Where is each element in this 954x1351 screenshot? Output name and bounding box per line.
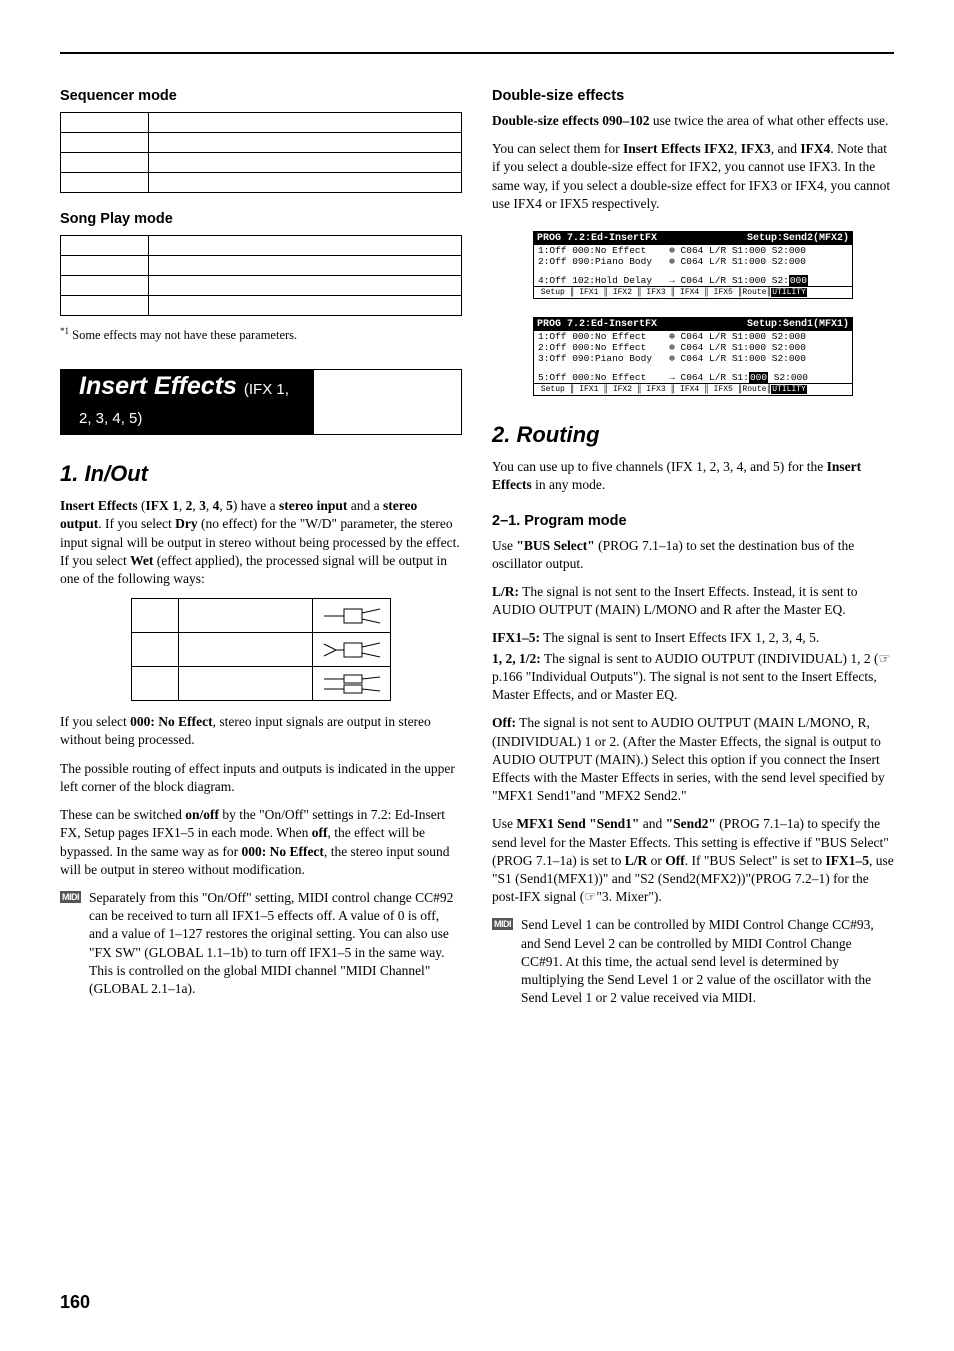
paragraph-ifx15: IFX1–5: The signal is sent to Insert Eff… (492, 629, 894, 647)
lcd-row: 3:Off 090:Piano Body ⊕ C064 L/R S1:000 S… (534, 353, 852, 364)
paragraph-double-size-2: You can select them for Insert Effects I… (492, 140, 894, 213)
paragraph-double-size-1: Double-size effects 090–102 use twice th… (492, 112, 894, 130)
diagram-cell (313, 633, 391, 667)
lcd-row: 1:Off 000:No Effect ⊕ C064 L/R S1:000 S2… (534, 331, 852, 342)
lcd-screenshot-2: PROG 7.2:Ed-InsertFX Setup:Send1(MFX1) 1… (533, 317, 853, 396)
page: Sequencer mode Song Play mode *1 Some ef… (0, 0, 954, 1351)
wet-routing-diagram (131, 598, 391, 701)
table-row (61, 276, 462, 296)
heading-in-out: 1. In/Out (60, 461, 462, 487)
song-play-mode-table (60, 235, 462, 316)
banner-cell: Insert Effects (IFX 1, 2, 3, 4, 5) (61, 370, 313, 434)
lcd-row: 2:Off 090:Piano Body ⊕ C064 L/R S1:000 S… (534, 256, 852, 267)
paragraph-on-off: These can be switched on/off by the "On/… (60, 806, 462, 879)
table-row (61, 256, 462, 276)
midi-tag-icon: MIDI (60, 891, 81, 903)
mono-sum-stereo-out-icon (322, 637, 382, 663)
heading-double-size: Double-size effects (492, 88, 894, 104)
paragraph-no-effect: If you select 000: No Effect, stereo inp… (60, 713, 462, 749)
paragraph-block-diagram: The possible routing of effect inputs an… (60, 760, 462, 796)
midi-note-1: MIDI Separately from this "On/Off" setti… (60, 889, 462, 998)
lcd-title-bar: PROG 7.2:Ed-InsertFX Setup:Send1(MFX1) (534, 318, 852, 331)
right-column: Double-size effects Double-size effects … (492, 70, 894, 1018)
midi-tag-icon: MIDI (492, 918, 513, 930)
sequencer-mode-table (60, 112, 462, 193)
paragraph-routing-intro: You can use up to five channels (IFX 1, … (492, 458, 894, 494)
lcd-screenshot-1: PROG 7.2:Ed-InsertFX Setup:Send2(MFX2) 1… (533, 231, 853, 299)
footnote: *1 Some effects may not have these param… (60, 326, 462, 343)
paragraph-12: 1, 2, 1/2: The signal is sent to AUDIO O… (492, 650, 894, 705)
left-column: Sequencer mode Song Play mode *1 Some ef… (60, 70, 462, 1018)
diagram-cell (313, 667, 391, 701)
footnote-marker: *1 (60, 326, 69, 336)
lcd-row: 5:Off 000:No Effect → C064 L/R S1:000 S2… (534, 372, 852, 383)
table-row (132, 599, 391, 633)
table-row (132, 667, 391, 701)
lcd-row: 2:Off 000:No Effect ⊕ C064 L/R S1:000 S2… (534, 342, 852, 353)
page-number: 160 (60, 1292, 90, 1313)
heading-routing: 2. Routing (492, 422, 894, 448)
midi-note-2: MIDI Send Level 1 can be controlled by M… (492, 916, 894, 1007)
insert-effects-banner: Insert Effects (IFX 1, 2, 3, 4, 5) (60, 369, 462, 435)
paragraph-insert-effects-intro: Insert Effects (IFX 1, 2, 3, 4, 5) have … (60, 497, 462, 588)
midi-note-text: Separately from this "On/Off" setting, M… (89, 889, 462, 998)
footnote-text: Some effects may not have these paramete… (69, 328, 297, 342)
top-rule (60, 52, 894, 54)
two-columns: Sequencer mode Song Play mode *1 Some ef… (60, 70, 894, 1018)
lcd-tabs: Setup ║ IFX1 ║ IFX2 ║ IFX3 ║ IFX4 ║ IFX5… (534, 383, 852, 395)
table-row (61, 113, 462, 133)
paragraph-lr: L/R: The signal is not sent to the Inser… (492, 583, 894, 619)
stereo-in-stereo-out-icon (322, 671, 382, 697)
lcd-tabs: Setup ║ IFX1 ║ IFX2 ║ IFX3 ║ IFX4 ║ IFX5… (534, 286, 852, 298)
diagram-cell (313, 599, 391, 633)
heading-sequencer-mode: Sequencer mode (60, 88, 462, 104)
table-row (61, 296, 462, 316)
midi-note-text: Send Level 1 can be controlled by MIDI C… (521, 916, 894, 1007)
table-row (132, 633, 391, 667)
table-row (61, 173, 462, 193)
banner-title: Insert Effects (79, 372, 244, 400)
heading-song-play-mode: Song Play mode (60, 211, 462, 227)
banner-empty (313, 370, 461, 434)
table-row (61, 153, 462, 173)
paragraph-mfx-send: Use MFX1 Send "Send1" and "Send2" (PROG … (492, 815, 894, 906)
lcd-display: PROG 7.2:Ed-InsertFX Setup:Send2(MFX2) 1… (533, 231, 853, 299)
paragraph-bus-select: Use "BUS Select" (PROG 7.1–1a) to set th… (492, 537, 894, 573)
table-row (61, 133, 462, 153)
lcd-row: 4:Off 102:Hold Delay → C064 L/R S1:000 S… (534, 275, 852, 286)
mono-in-stereo-out-icon (322, 603, 382, 629)
lcd-title-bar: PROG 7.2:Ed-InsertFX Setup:Send2(MFX2) (534, 232, 852, 245)
table-row (61, 236, 462, 256)
lcd-row: 1:Off 000:No Effect ⊕ C064 L/R S1:000 S2… (534, 245, 852, 256)
lcd-display: PROG 7.2:Ed-InsertFX Setup:Send1(MFX1) 1… (533, 317, 853, 396)
heading-program-mode: 2–1. Program mode (492, 513, 894, 529)
paragraph-off: Off: The signal is not sent to AUDIO OUT… (492, 714, 894, 805)
